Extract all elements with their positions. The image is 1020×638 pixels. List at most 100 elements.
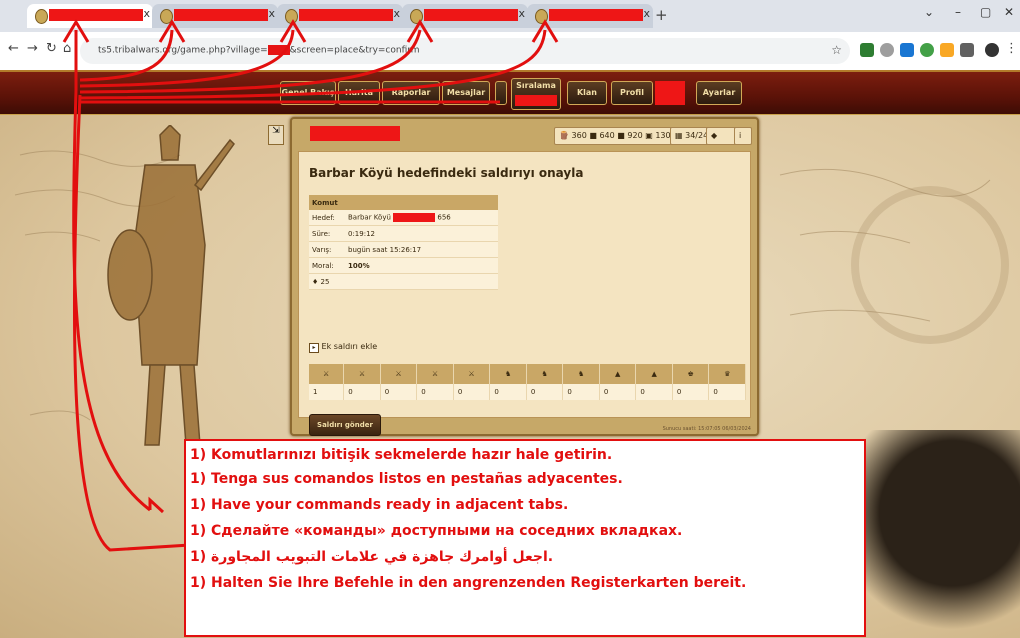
storage-icon: ▣ <box>645 131 653 140</box>
close-tab-icon[interactable]: x <box>143 7 150 20</box>
table-row: Varış: bugün saat 15:26:17 <box>309 241 498 258</box>
haul-value: 25 <box>320 277 330 286</box>
nav-profile[interactable]: Profil <box>611 81 653 105</box>
nav-ranking-label: Sıralama <box>516 81 556 90</box>
back-icon[interactable]: ← <box>8 41 19 56</box>
wood-amount: 360 <box>571 131 587 140</box>
bookmark-star-icon[interactable]: ☆ <box>831 43 842 57</box>
extension-icon[interactable] <box>920 43 934 57</box>
axe-icon: ⚔ <box>380 364 418 384</box>
target-value[interactable]: Barbar Köyü <box>348 214 391 222</box>
profile-avatar-icon[interactable] <box>985 43 999 57</box>
extension-icon[interactable] <box>860 43 874 57</box>
morale-label: Moral: <box>309 257 345 274</box>
ram-icon: ▲ <box>599 364 637 384</box>
instruction-line-es: 1) Tenga sus comandos listos en pestañas… <box>190 471 623 487</box>
nav-overview[interactable]: Genel Bakış <box>280 81 336 105</box>
target-label: Hedef: <box>309 210 345 226</box>
table-row: ♦ 25 <box>309 273 498 290</box>
close-tab-icon[interactable]: x <box>518 7 525 20</box>
extra-attack-toggle[interactable]: ▸ Ek saldırı ekle <box>309 342 377 353</box>
kebab-menu-icon[interactable]: ⋮ <box>1005 41 1018 56</box>
minimize-button[interactable]: – <box>955 5 961 19</box>
attack-confirm-panel: 🪵 360 ■ 640 ■ 920 ▣ 1300 ▦ 34/240 ◆ i Ba… <box>290 117 759 436</box>
instruction-box: 1) Komutlarınızı bitişik sekmelerde hazı… <box>184 439 866 637</box>
spear-icon: ⚔ <box>309 364 345 384</box>
extension-icon[interactable] <box>880 43 894 57</box>
redacted-tab-title <box>299 9 393 21</box>
sidebar-toggle-button[interactable]: ⇲ <box>268 125 284 145</box>
browser-tab-3[interactable]: x <box>277 4 403 28</box>
unit-count: 0 <box>343 384 381 400</box>
nav-settings[interactable]: Ayarlar <box>696 81 742 105</box>
redacted-tab-title <box>549 9 643 21</box>
tribalwars-favicon-icon <box>410 9 423 24</box>
instruction-line-de: 1) Halten Sie Ihre Befehle in den angren… <box>190 575 747 591</box>
farm-icon: ▦ <box>675 131 683 140</box>
unit-count: 0 <box>708 384 746 400</box>
redacted-tab-title <box>49 9 143 21</box>
extension-icon[interactable] <box>940 43 954 57</box>
extra-attack-label: Ek saldırı ekle <box>321 342 378 351</box>
nav-tribe[interactable]: Klan <box>567 81 607 105</box>
browser-tab-4[interactable]: x <box>402 4 528 28</box>
noble-icon: ♛ <box>708 364 746 384</box>
home-icon[interactable]: ⌂ <box>63 41 71 56</box>
target-points: 656 <box>437 213 451 222</box>
extensions-puzzle-icon[interactable] <box>960 43 974 57</box>
send-attack-button[interactable]: Saldırı gönder <box>309 414 381 436</box>
catapult-icon: ▲ <box>635 364 673 384</box>
url-input[interactable]: ts5.tribalwars.org/game.php?village= &scr… <box>80 38 850 64</box>
arrival-label: Varış: <box>309 241 345 258</box>
forward-icon[interactable]: → <box>27 41 38 56</box>
unit-count: 0 <box>453 384 491 400</box>
page-title: Barbar Köyü hedefindeki saldırıyı onayla <box>309 166 584 180</box>
nav-ranking[interactable]: Sıralama <box>511 78 561 110</box>
sword-icon: ⚔ <box>343 364 381 384</box>
haul-icon: ♦ <box>312 277 319 286</box>
tribalwars-favicon-icon <box>35 9 48 24</box>
resource-bar: 🪵 360 ■ 640 ■ 920 ▣ 1300 <box>554 127 681 145</box>
close-tab-icon[interactable]: x <box>268 7 275 20</box>
tree-silhouette <box>850 430 1020 638</box>
close-window-button[interactable]: ✕ <box>1004 5 1014 19</box>
expand-icon: ▸ <box>309 343 319 353</box>
unit-count: 0 <box>672 384 710 400</box>
nav-map[interactable]: Harita <box>338 81 380 105</box>
maximize-button[interactable]: ▢ <box>980 5 991 19</box>
close-tab-icon[interactable]: x <box>643 7 650 20</box>
unit-count: 0 <box>599 384 637 400</box>
redacted-village-name <box>310 126 400 141</box>
extension-icon[interactable] <box>900 43 914 57</box>
redacted-coordinates <box>393 213 436 222</box>
unit-count: 0 <box>380 384 418 400</box>
address-bar-row: ← → ↻ ⌂ ts5.tribalwars.org/game.php?vill… <box>0 32 1020 71</box>
tribalwars-favicon-icon <box>535 9 548 24</box>
redacted-rank <box>515 95 557 106</box>
nav-separator-icon <box>495 81 507 105</box>
arrival-value: bugün saat 15:26:17 <box>345 241 498 258</box>
nav-messages[interactable]: Mesajlar <box>442 81 490 105</box>
reload-icon[interactable]: ↻ <box>46 41 57 56</box>
browser-tab-1[interactable]: x <box>27 4 153 28</box>
tribalwars-favicon-icon <box>160 9 173 24</box>
browser-tab-5[interactable]: x <box>527 4 653 28</box>
unit-count: 0 <box>635 384 673 400</box>
scout-icon: ⚔ <box>453 364 491 384</box>
instruction-line-en: 1) Have your commands ready in adjacent … <box>190 497 569 513</box>
table-row: Hedef: Barbar Köyü 656 <box>309 210 498 226</box>
iron-amount: 920 <box>627 131 643 140</box>
close-tab-icon[interactable]: x <box>393 7 400 20</box>
browser-tab-2[interactable]: x <box>152 4 278 28</box>
unit-count: 1 <box>309 384 345 400</box>
new-tab-button[interactable]: + <box>655 6 668 24</box>
duration-value: 0:19:12 <box>345 225 498 242</box>
units-table: ⚔ ⚔ ⚔ ⚔ ⚔ ♞ ♞ ♞ ▲ ▲ ♚ ♛ 1 0 0 0 0 0 0 0 … <box>309 364 746 400</box>
nav-reports[interactable]: Raporlar <box>382 81 440 105</box>
tab-search-icon[interactable]: ⌄ <box>924 5 934 19</box>
wood-icon: 🪵 <box>559 131 569 140</box>
info-icon[interactable]: i <box>734 127 752 145</box>
tribalwars-favicon-icon <box>285 9 298 24</box>
paladin-icon: ♚ <box>672 364 710 384</box>
redacted-player-name <box>655 81 685 105</box>
